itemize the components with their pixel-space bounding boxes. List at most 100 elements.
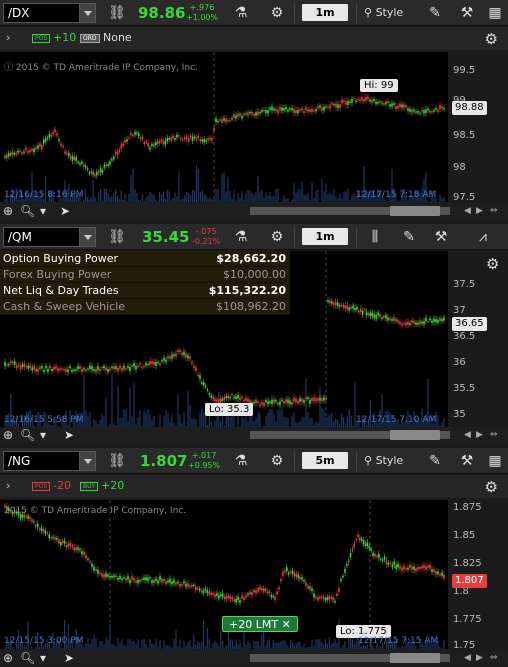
candle [427, 565, 429, 568]
gear-icon[interactable]: ⚙ [268, 228, 286, 246]
candle [253, 114, 255, 116]
candle [239, 397, 241, 401]
drawing-tools-icon[interactable]: ⚒ [432, 228, 450, 246]
drawing-pencil-icon[interactable]: ✎ [426, 452, 444, 470]
volume-bar [176, 196, 178, 202]
gear-icon[interactable]: ⚙ [268, 4, 286, 22]
price-chart[interactable]: ⓘ 2015 © TD Ameritrade IP Company, Inc. … [0, 52, 448, 202]
candle [245, 113, 247, 115]
scroll-right-icon[interactable]: ▶ [476, 650, 483, 666]
drawing-pencil-icon[interactable]: ✎ [400, 228, 418, 246]
cursor-icon[interactable]: ➤ [64, 650, 74, 666]
period-button[interactable]: 1m [302, 4, 348, 21]
crosshair-icon[interactable]: ⊕ [3, 427, 13, 443]
price-axis[interactable]: ⚙ 37.5 37 36.5 36 35.5 35 36.65 [448, 251, 508, 428]
gear-icon[interactable]: ⚙ [268, 452, 286, 470]
scroll-left-icon[interactable]: ◀ [464, 650, 471, 666]
period-button[interactable]: 5m [302, 452, 348, 469]
candle [155, 578, 157, 582]
volume-bar [134, 189, 136, 202]
studies-flask-icon[interactable]: ⚗ [232, 452, 250, 470]
working-order-chip[interactable]: +20 LMT ✕ [222, 616, 298, 632]
scroll-right-icon[interactable]: ▶ [476, 427, 483, 443]
candle [97, 171, 100, 174]
cursor-icon[interactable]: ➤ [64, 427, 74, 443]
zoom-menu-icon[interactable]: ▾ [40, 650, 46, 666]
scrollbar-thumb[interactable] [390, 206, 440, 216]
volume-bar [330, 644, 332, 649]
scroll-left-icon[interactable]: ◀ [464, 203, 471, 219]
zoom-icon[interactable]: 🔍︎ [20, 203, 35, 219]
candle [379, 558, 382, 560]
zoom-menu-icon[interactable]: ▾ [40, 427, 46, 443]
studies-flask-icon[interactable]: ⚗ [232, 228, 250, 246]
candle [407, 567, 409, 570]
volume-bar [281, 200, 283, 202]
candle [139, 580, 141, 582]
candle [355, 539, 357, 541]
trend-chart-icon[interactable]: ⩘ [474, 228, 492, 246]
chevron-right-icon[interactable]: › [6, 479, 10, 492]
scrollbar-thumb[interactable] [390, 653, 440, 663]
candle [119, 575, 121, 580]
flexible-grid-icon[interactable]: ▦ [486, 4, 504, 22]
scroll-left-icon[interactable]: ◀ [464, 427, 471, 443]
style-button[interactable]: ⚲ Style [364, 452, 403, 470]
scrollbar-thumb[interactable] [390, 430, 440, 440]
gear-icon[interactable]: ⚙ [485, 478, 498, 496]
symbol-selector[interactable]: /DX [3, 3, 96, 23]
gear-icon[interactable]: ⚙ [485, 30, 498, 48]
gear-icon[interactable]: ⚙ [486, 255, 499, 273]
period-button[interactable]: 1m [302, 228, 348, 245]
studies-flask-icon[interactable]: ⚗ [232, 4, 250, 22]
link-icon[interactable]: ⛓ [108, 4, 126, 22]
position-bar: › POS +10 ORD None ⚙ [0, 27, 508, 50]
y-tick: 98.5 [453, 130, 476, 141]
candle [17, 364, 20, 367]
candle [389, 318, 391, 320]
drawing-tools-icon[interactable]: ⚒ [458, 4, 476, 22]
crosshair-icon[interactable]: ⊕ [3, 203, 13, 219]
candle [348, 307, 351, 311]
link-icon[interactable]: ⛓ [108, 452, 126, 470]
candle [216, 399, 218, 402]
symbol-selector[interactable]: /NG [3, 451, 96, 471]
price-chart[interactable]: 2015 © TD Ameritrade IP Company, Inc. +2… [0, 500, 448, 649]
candle [94, 174, 96, 177]
drawing-pencil-icon[interactable]: ✎ [426, 4, 444, 22]
chevron-right-icon[interactable]: › [6, 31, 10, 44]
candle [241, 396, 243, 399]
chevron-down-icon[interactable] [79, 452, 95, 470]
volume-bar [162, 191, 165, 202]
close-icon[interactable]: ✕ [282, 618, 291, 631]
candle [309, 108, 311, 112]
drawing-tools-icon[interactable]: ⚒ [458, 452, 476, 470]
candle-style-icon[interactable]: ⫼ [366, 228, 384, 246]
scroll-right-icon[interactable]: ▶ [476, 203, 483, 219]
zoom-menu-icon[interactable]: ▾ [40, 203, 46, 219]
volume-bar [307, 647, 309, 649]
expand-icon[interactable]: ⇔ [490, 203, 498, 219]
candle [397, 105, 399, 109]
price-chart[interactable]: Option Buying Power $28,662.20 Forex Buyi… [0, 251, 448, 428]
link-icon[interactable]: ⛓ [108, 228, 126, 246]
candle [305, 397, 307, 400]
price-axis[interactable]: 99.5 99 98.5 98 97.5 98.88 [448, 52, 508, 203]
zoom-icon[interactable]: 🔍︎ [20, 650, 35, 666]
cursor-icon[interactable]: ➤ [60, 203, 70, 219]
expand-icon[interactable]: ⇔ [490, 650, 498, 666]
crosshair-icon[interactable]: ⊕ [3, 650, 13, 666]
volume-bar [399, 200, 401, 202]
price-axis[interactable]: 1.875 1.85 1.825 1.8 1.775 1.75 1.807 [448, 500, 508, 651]
candle [42, 529, 45, 533]
chevron-down-icon[interactable] [79, 4, 95, 22]
volume-bar [241, 647, 243, 649]
zoom-icon[interactable]: 🔍︎ [20, 427, 35, 443]
flexible-grid-icon[interactable]: ▦ [486, 452, 504, 470]
candle [297, 574, 299, 579]
chart-panel-ng: /NG ⛓ 1.807 +.017 +0.95% ⚗ ⚙ 5m ⚲ Style ✎… [0, 448, 508, 667]
style-button[interactable]: ⚲ Style [364, 4, 403, 22]
chevron-down-icon[interactable] [79, 228, 95, 246]
symbol-selector[interactable]: /QM [3, 227, 96, 247]
expand-icon[interactable]: ⇔ [490, 427, 498, 443]
